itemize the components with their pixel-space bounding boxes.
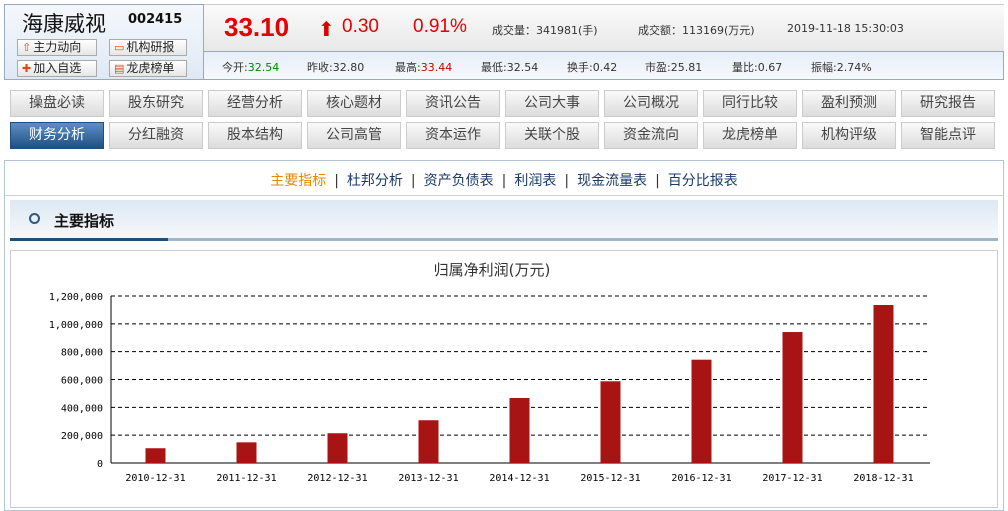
bar <box>327 433 348 463</box>
y-tick-label: 1,200,000 <box>49 292 103 303</box>
bar <box>236 442 257 463</box>
y-tick-label: 400,000 <box>61 403 103 414</box>
x-tick-label: 2012-12-31 <box>307 473 367 484</box>
bar <box>782 332 803 463</box>
x-tick-label: 2014-12-31 <box>489 473 549 484</box>
bar <box>509 397 530 463</box>
bar <box>873 305 894 463</box>
y-tick-label: 200,000 <box>61 431 103 442</box>
y-tick-label: 0 <box>97 459 103 470</box>
bar <box>145 448 166 463</box>
chart-title: 归属净利润(万元) <box>434 261 551 279</box>
y-tick-label: 800,000 <box>61 348 103 359</box>
bar <box>418 420 439 463</box>
x-tick-label: 2016-12-31 <box>671 473 731 484</box>
x-tick-label: 2018-12-31 <box>853 473 913 484</box>
y-tick-label: 600,000 <box>61 376 103 387</box>
bar <box>600 381 621 463</box>
x-tick-label: 2017-12-31 <box>762 473 822 484</box>
x-tick-label: 2015-12-31 <box>580 473 640 484</box>
bar <box>691 359 712 463</box>
x-tick-label: 2013-12-31 <box>398 473 458 484</box>
x-tick-label: 2011-12-31 <box>216 473 276 484</box>
net-profit-chart: 归属净利润(万元) 0 200,000 400,000 600,000 800,000 1,… <box>49 261 930 484</box>
y-tick-label: 1,000,000 <box>49 320 103 331</box>
x-tick-label: 2010-12-31 <box>125 473 185 484</box>
